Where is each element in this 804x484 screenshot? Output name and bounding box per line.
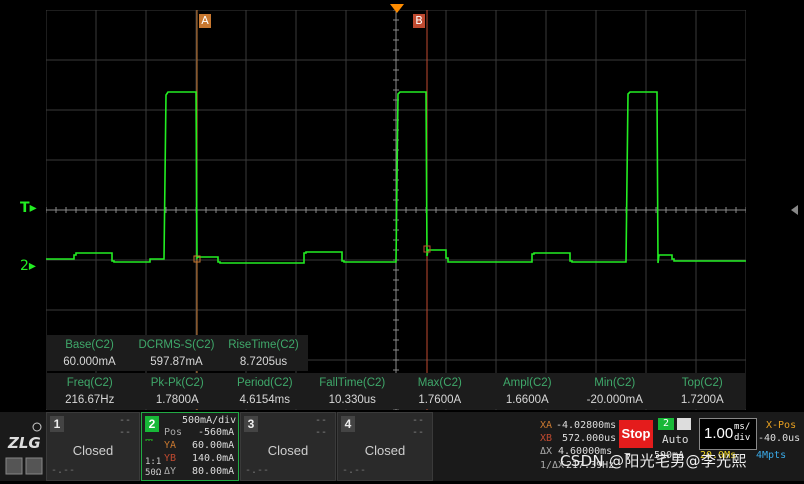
channel-4-number: 4 [341,416,355,432]
cursor-dx-label: ΔX [540,446,553,457]
channel-1-panel[interactable]: 1 -- -- Closed -.-- [46,412,140,481]
channel-1-scale: -- [119,415,132,426]
channel-2-pos-label: Pos [164,427,183,438]
measurement-name-r2-3: FallTime(C2) [319,377,386,389]
side-panel-expand-icon[interactable] [788,200,802,220]
channel-4-pos: -- [412,427,425,438]
channel-1-pos: -- [119,427,132,438]
memory-depth: 4Mpts [756,450,787,461]
measurement-value-r2-2: 4.6154ms [239,394,290,406]
xpos-label: X-Pos [766,420,797,431]
measurement-name-r2-5: Ampl(C2) [502,377,552,389]
channel-3-status: Closed [267,443,309,458]
measurement-name-r2-1: Pk-Pk(C2) [150,377,204,389]
oscilloscope-window: A B T▸ 2▸ Base(C2) 60.000mA DCRMS-S(C2) 597… [0,0,804,481]
channel-2-dy-label: ΔY [164,466,177,477]
measurement-value-r1-2: 8.7205us [239,356,288,368]
channel-3-number: 3 [244,416,258,432]
cursor-a-flag[interactable]: A [199,14,211,28]
trigger-position-icon[interactable] [390,4,404,14]
measurement-name-r1-1: DCRMS-S(C2) [138,339,215,351]
channel-3-pos: -- [315,427,328,438]
trigger-level-label: T [20,200,30,216]
measurement-name-r2-7: Top(C2) [681,377,723,389]
channel-2-pos-value: -560mA [198,427,235,438]
brand-logo: ZLG [4,412,44,479]
timebase-unit-top: ms/ [734,422,751,432]
arrow-right-icon: ▸ [29,200,37,216]
channel-2-marker-label: 2 [20,258,29,274]
channel-2-number: 2 [145,416,159,432]
channel-2-ground-marker[interactable]: 2▸ [20,258,36,274]
channel-2-impedance: 50Ω [145,468,162,478]
timebase-unit-bottom: div [734,433,751,443]
watermark: CSDN @阳光宅男@李光熙 [560,452,747,470]
channel-1-status: Closed [72,443,114,458]
channel-3-scale: -- [315,415,328,426]
cursor-xa-value: -4.02800ms [556,420,617,431]
measurement-value-r2-3: 10.330us [328,394,376,406]
arrow-right-icon: ▸ [28,258,36,274]
channel-3-foot: -.-- [245,465,270,476]
timebase-control[interactable]: 1.00 ms/ div [699,418,757,450]
measurement-value-r2-1: 1.7800A [155,394,199,406]
xpos-value: -40.0us [758,433,801,444]
measurement-row-1: Base(C2) 60.000mA DCRMS-S(C2) 597.87mA RiseT… [46,335,308,371]
measurement-value-r2-4: 1.7600A [418,394,462,406]
svg-text:ZLG: ZLG [7,434,41,452]
channel-4-panel[interactable]: 4 -- -- Closed -.-- [337,412,433,481]
trigger-source-badge[interactable]: 2 [658,418,674,430]
channel-2-yb-value: 140.0mA [192,453,235,464]
measurement-name-r2-2: Period(C2) [236,377,293,389]
zlg-logo-icon: ZLG [5,422,43,475]
measurement-name-r2-0: Freq(C2) [66,377,113,389]
measurement-name-r1-2: RiseTime(C2) [228,339,299,351]
measurement-name-r2-6: Min(C2) [594,377,636,389]
measurement-value-r2-5: 1.6600A [505,394,549,406]
measurement-row-2: Freq(C2) 216.67Hz Pk-Pk(C2) 1.7800A Period(C… [46,373,746,409]
trigger-edge-icon [677,418,691,430]
channel-2-scale: 500mA/div [182,415,237,426]
trigger-level-marker[interactable]: T▸ [20,200,37,216]
channel-2-panel[interactable]: 2 500mA/div Pos -560mA YA 60.00mA YB 140… [141,412,239,481]
measurement-name-r2-4: Max(C2) [417,377,462,389]
cursor-xb-value: 572.000us [562,433,617,444]
channel-2-ya-label: YA [164,440,177,451]
channel-2-ya-value: 60.00mA [192,440,235,451]
run-stop-button[interactable]: Stop [619,420,653,448]
cursor-b-flag[interactable]: B [413,14,425,28]
measurement-value-r1-0: 60.000mA [63,356,116,368]
measurement-value-r2-6: -20.000mA [586,394,643,406]
timebase-value: 1.00 [704,425,734,442]
trigger-mode[interactable]: Auto [662,433,689,446]
cursor-xb-label: XB [540,433,553,444]
channel-4-scale: -- [412,415,425,426]
channel-3-panel[interactable]: 3 -- -- Closed -.-- [240,412,336,481]
channel-2-yb-label: YB [164,453,177,464]
measurement-value-r2-7: 1.7200A [680,394,724,406]
cursor-xa-label: XA [540,420,553,431]
measurement-name-r1-0: Base(C2) [65,339,114,351]
measurement-value-r1-1: 597.87mA [150,356,203,368]
channel-2-dc-coupling-icon: ⎓ [145,435,153,446]
channel-1-number: 1 [50,416,64,432]
channel-2-dy-value: 80.00mA [192,466,235,477]
channel-4-foot: -.-- [342,465,367,476]
channel-2-probe-ratio: 1:1 [145,457,162,467]
channel-1-foot: -.-- [51,465,76,476]
channel-4-status: Closed [364,443,406,458]
measurement-value-r2-0: 216.67Hz [65,394,115,406]
